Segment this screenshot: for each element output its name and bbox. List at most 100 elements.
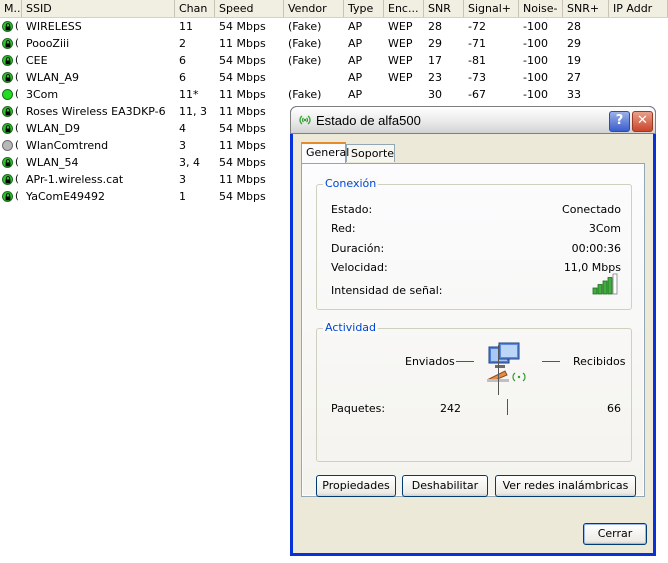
signal-bar	[597, 284, 603, 295]
network-cell-speed: 11 Mbps	[219, 139, 266, 152]
tab-support[interactable]: Soporte	[346, 144, 395, 162]
status-bracket: (	[15, 89, 19, 100]
column-header-vendor[interactable]: Vendor	[284, 0, 344, 17]
network-cell-ssid: WIRELESS	[26, 20, 82, 33]
disable-button[interactable]: Deshabilitar	[402, 475, 488, 497]
network-cell-chan: 3	[179, 139, 186, 152]
network-cell-vendor: (Fake)	[288, 37, 322, 50]
network-cell-noise: -100	[523, 88, 548, 101]
column-header-noise[interactable]: Noise-	[519, 0, 563, 17]
network-cell-snr: 29	[428, 37, 442, 50]
network-cell-speed: 54 Mbps	[219, 54, 266, 67]
dialog-title: Estado de alfa500	[316, 113, 421, 128]
network-cell-speed: 11 Mbps	[219, 37, 266, 50]
column-header-enc[interactable]: Enc...	[384, 0, 424, 17]
status-bracket: (	[15, 157, 19, 168]
network-cell-ssid: WLAN_54	[26, 156, 79, 169]
column-header-type[interactable]: Type	[344, 0, 384, 17]
lock-status-icon	[2, 21, 13, 32]
network-status-cell: (	[0, 154, 22, 171]
help-button[interactable]: ?	[609, 111, 630, 132]
network-cell-noise: -100	[523, 20, 548, 33]
network-cell-enc: WEP	[388, 71, 413, 84]
signal-strength-icon	[592, 273, 618, 295]
wireless-icon	[297, 113, 313, 130]
column-header-snr[interactable]: SNR	[424, 0, 464, 17]
network-cell-chan: 11	[179, 20, 193, 33]
properties-button[interactable]: Propiedades	[316, 475, 396, 497]
network-cell-snrplus: 19	[567, 54, 581, 67]
view-wireless-networks-button[interactable]: Ver redes inalámbricas	[495, 475, 636, 497]
network-cell-speed: 54 Mbps	[219, 20, 266, 33]
packets-sent-value: 242	[440, 402, 461, 415]
network-cell-ssid: WLAN_A9	[26, 71, 80, 84]
network-row[interactable]: (PoooZiii 2 11 Mbps (Fake) AP WEP 29 -71 -100 29	[0, 35, 668, 52]
network-cell-vendor: (Fake)	[288, 54, 322, 67]
activity-group: Actividad Enviados Recibidos Paquetes: 2…	[316, 321, 632, 462]
network-cell-ssid: 3Com	[26, 88, 59, 101]
network-cell-ssid: WLAN_D9	[26, 122, 80, 135]
status-bracket: (	[15, 106, 19, 117]
column-header-speed[interactable]: Speed	[215, 0, 284, 17]
dialog-titlebar[interactable]: Estado de alfa500 ? ✕	[290, 106, 656, 134]
status-bracket: (	[15, 140, 19, 151]
network-row[interactable]: (WLAN_A9 6 54 Mbps AP WEP 23 -73 -100 27	[0, 69, 668, 86]
column-header-snrplus[interactable]: SNR+	[563, 0, 609, 17]
column-header-ssid[interactable]: SSID	[22, 0, 175, 17]
status-label: Estado:	[331, 203, 373, 216]
status-bracket: (	[15, 55, 19, 66]
network-cell-signal: -71	[468, 37, 486, 50]
lock-status-icon	[2, 191, 13, 202]
network-cell-chan: 11, 3	[179, 105, 207, 118]
network-cell-ssid: Roses Wireless EA3DKP-6	[26, 105, 166, 118]
activity-divider-top	[498, 345, 499, 395]
network-row[interactable]: (3Com 11* 11 Mbps (Fake) AP 30 -67 -100 33	[0, 86, 668, 103]
network-label: Red:	[331, 222, 356, 235]
network-activity-icon	[485, 341, 537, 392]
network-cell-chan: 1	[179, 190, 186, 203]
connection-group: Conexión Estado: Conectado Red: 3Com Dur…	[316, 177, 632, 310]
network-cell-type: AP	[348, 88, 363, 101]
network-cell-chan: 6	[179, 71, 186, 84]
network-cell-ssid: APr-1.wireless.cat	[26, 173, 124, 186]
network-status-cell: (	[0, 137, 22, 154]
close-window-button[interactable]: ✕	[632, 111, 653, 132]
signal-bar	[612, 273, 618, 295]
list-header: M.. SSID Chan Speed Vendor Type Enc... S…	[0, 0, 668, 18]
column-header-ip-addr[interactable]: IP Addr	[609, 0, 668, 17]
network-status-cell: (	[0, 69, 22, 86]
column-header-chan[interactable]: Chan	[175, 0, 215, 17]
status-bracket: (	[15, 123, 19, 134]
network-cell-speed: 54 Mbps	[219, 156, 266, 169]
network-status-cell: (	[0, 103, 22, 120]
network-cell-enc: WEP	[388, 37, 413, 50]
network-row[interactable]: (CEE 6 54 Mbps (Fake) AP WEP 17 -81 -100 19	[0, 52, 668, 69]
tab-general[interactable]: General	[301, 142, 349, 163]
network-cell-noise: -100	[523, 54, 548, 67]
close-button[interactable]: Cerrar	[583, 523, 647, 545]
network-cell-chan: 11*	[179, 88, 199, 101]
network-cell-type: AP	[348, 20, 363, 33]
network-cell-speed: 54 Mbps	[219, 71, 266, 84]
column-header-mode[interactable]: M..	[0, 0, 22, 17]
network-status-cell: (	[0, 18, 22, 35]
network-cell-vendor	[284, 69, 344, 86]
network-cell-chan: 2	[179, 37, 186, 50]
network-cell-chan: 6	[179, 54, 186, 67]
signal-strength-label: Intensidad de señal:	[331, 284, 443, 297]
network-cell-speed: 11 Mbps	[219, 173, 266, 186]
network-cell-enc: WEP	[388, 54, 413, 67]
packets-received-value: 66	[607, 402, 621, 415]
sent-label: Enviados	[405, 355, 455, 368]
network-cell-signal: -67	[468, 88, 486, 101]
general-panel: Conexión Estado: Conectado Red: 3Com Dur…	[301, 163, 645, 497]
received-label: Recibidos	[573, 355, 626, 368]
network-cell-chan: 4	[179, 122, 186, 135]
network-row[interactable]: (WIRELESS 11 54 Mbps (Fake) AP WEP 28 -72 -100 28	[0, 18, 668, 35]
network-cell-vendor: (Fake)	[288, 20, 322, 33]
network-cell-enc: WEP	[388, 20, 413, 33]
signal-bar	[602, 280, 608, 295]
speed-label: Velocidad:	[331, 261, 388, 274]
column-header-signal[interactable]: Signal+	[464, 0, 519, 17]
network-cell-enc	[384, 86, 424, 103]
